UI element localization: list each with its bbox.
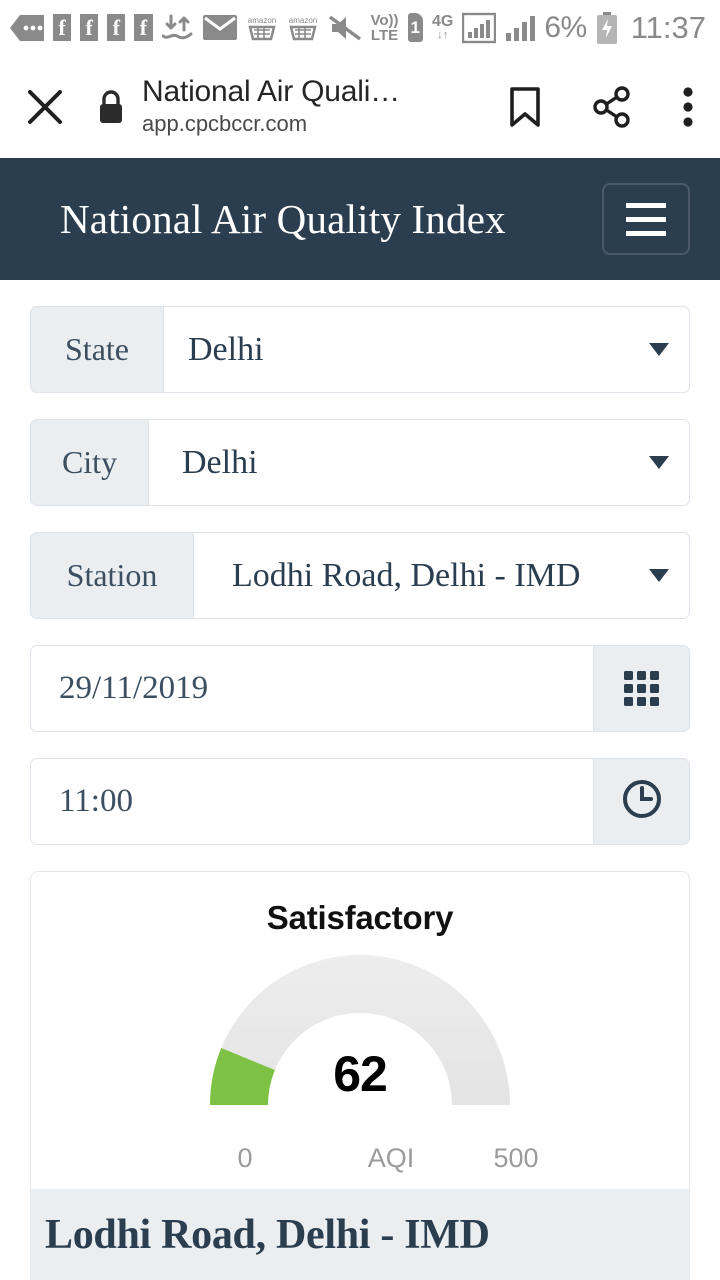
sync-transfer-icon	[161, 14, 194, 42]
date-input[interactable]: 29/11/2019	[30, 645, 593, 732]
state-value: Delhi	[188, 330, 264, 368]
battery-charging-icon	[596, 11, 618, 44]
time-picker-button[interactable]	[593, 758, 690, 845]
gauge-unit-label: AQI	[367, 1143, 415, 1173]
gauge-max-label: 500	[493, 1143, 539, 1173]
aqi-value: 62	[333, 1046, 388, 1102]
aqi-status-title: Satisfactory	[266, 899, 454, 936]
chevron-down-icon	[649, 569, 669, 582]
hamburger-line	[626, 216, 666, 222]
time-field-row: 11:00	[30, 758, 690, 845]
signal-bars-boxed-icon	[462, 12, 497, 44]
address-bar[interactable]: National Air Quali… app.cpcbccr.com	[142, 74, 400, 139]
chevron-down-icon	[649, 343, 669, 356]
station-value: Lodhi Road, Delhi - IMD	[232, 556, 581, 594]
aqi-gauge: 62	[31, 937, 689, 1149]
date-field-row: 29/11/2019	[30, 645, 690, 732]
hamburger-menu-button[interactable]	[602, 183, 690, 255]
battery-percent-label: 6%	[544, 10, 587, 44]
email-icon	[202, 15, 237, 40]
more-messages-badge-icon	[10, 14, 44, 41]
clock-label: 11:37	[630, 9, 706, 45]
facebook-icon: f	[134, 14, 153, 41]
amazon-cart-icon: amazon	[246, 14, 278, 42]
state-label: State	[30, 306, 163, 393]
city-value: Delhi	[182, 443, 258, 481]
app-header: National Air Quality Index	[0, 158, 720, 280]
volte-indicator: Vo)) LTE	[370, 11, 399, 44]
status-bar: f f f f amazon amazon Vo)) LTE 1 4G ↓↑ 6% …	[0, 0, 720, 55]
facebook-icon: f	[107, 14, 126, 41]
svg-text:amazon: amazon	[288, 16, 316, 25]
station-label: Station	[30, 532, 193, 619]
card-footer: Lodhi Road, Delhi - IMD	[31, 1189, 689, 1280]
facebook-icon: f	[80, 14, 99, 41]
network-4g-icon: 4G ↓↑	[431, 13, 454, 41]
calendar-button[interactable]	[593, 645, 690, 732]
page-title: National Air Quali…	[142, 75, 400, 108]
aqi-card: Satisfactory 62 0 AQI 500 Lodhi Road, De…	[30, 871, 690, 1280]
state-field-row: State Delhi	[30, 306, 690, 393]
browser-chrome: National Air Quali… app.cpcbccr.com	[0, 55, 720, 158]
clock-icon	[621, 778, 663, 825]
amazon-cart-icon: amazon	[287, 14, 319, 42]
page-url: app.cpcbccr.com	[142, 111, 308, 137]
bookmark-icon[interactable]	[508, 86, 542, 128]
svg-text:amazon: amazon	[247, 16, 275, 25]
city-label: City	[30, 419, 148, 506]
hamburger-line	[626, 202, 666, 208]
state-select[interactable]: Delhi	[163, 306, 690, 393]
mute-icon	[328, 14, 362, 42]
gauge-min-label: 0	[237, 1143, 253, 1173]
time-input[interactable]: 11:00	[30, 758, 593, 845]
signal-bars-icon	[505, 13, 536, 43]
sim-card-icon: 1	[407, 13, 423, 42]
gauge-axis-labels: 0 AQI 500	[31, 1143, 689, 1189]
page-content: State Delhi City Delhi Station Lodhi Roa…	[0, 280, 720, 1280]
city-select[interactable]: Delhi	[148, 419, 690, 506]
facebook-icon: f	[53, 14, 72, 41]
close-button[interactable]	[22, 86, 68, 128]
city-field-row: City Delhi	[30, 419, 690, 506]
chevron-down-icon	[649, 456, 669, 469]
footer-station-name: Lodhi Road, Delhi - IMD	[45, 1212, 490, 1258]
lock-icon	[98, 89, 124, 124]
share-icon[interactable]	[592, 85, 632, 128]
overflow-menu-icon[interactable]	[682, 86, 694, 128]
app-title: National Air Quality Index	[60, 196, 506, 242]
station-field-row: Station Lodhi Road, Delhi - IMD	[30, 532, 690, 619]
calendar-grid-icon	[624, 671, 659, 706]
station-select[interactable]: Lodhi Road, Delhi - IMD	[193, 532, 690, 619]
hamburger-line	[626, 230, 666, 236]
